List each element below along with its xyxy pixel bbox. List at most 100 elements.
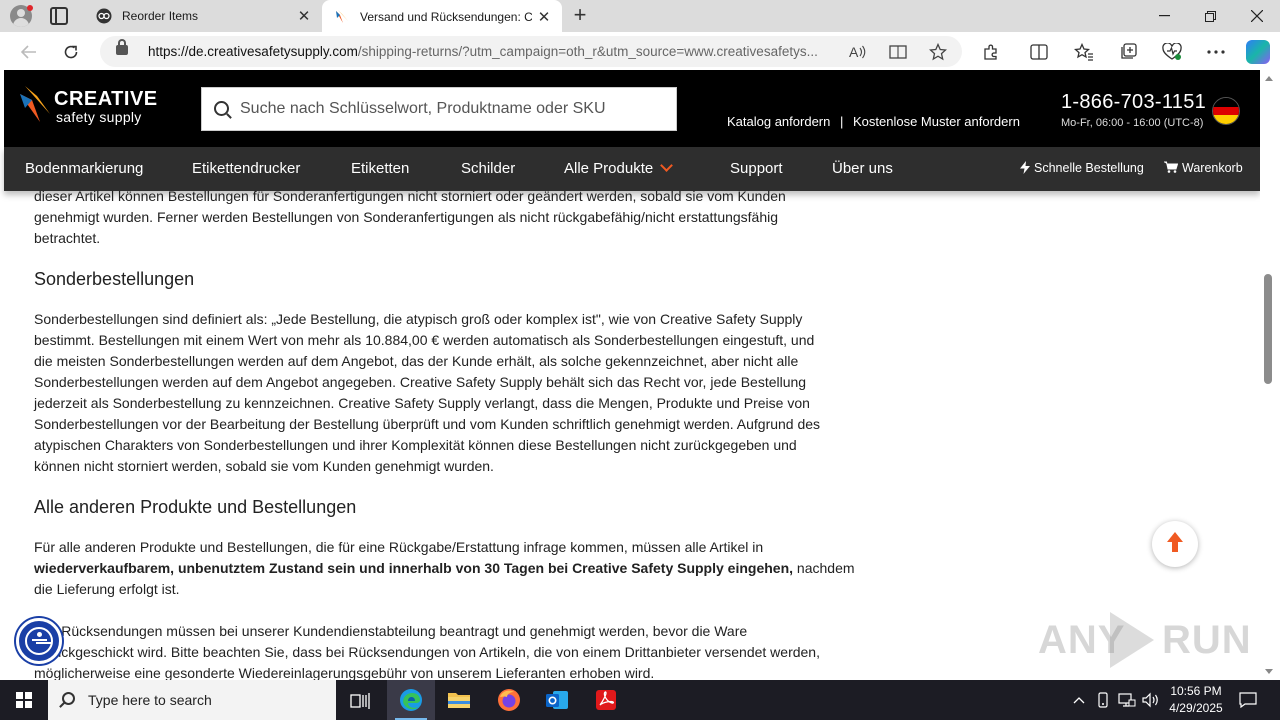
meet-now-tray[interactable] [1092,680,1114,720]
main-nav: Bodenmarkierung Etikettendrucker Etikett… [4,147,1260,191]
tab-close-icon[interactable]: ✕ [532,8,556,26]
favorite-star-icon[interactable] [928,42,948,62]
text-line: die meisten Sonderbestellungen werden au… [34,353,799,369]
collections-icon[interactable] [1116,40,1140,64]
task-view-icon [350,693,370,709]
lock-icon[interactable] [116,39,128,55]
site-header: CREATIVE safety supply Katalog anfordern… [4,70,1260,147]
network-tray[interactable] [1116,680,1138,720]
windows-logo-icon [16,692,32,708]
search-input[interactable] [240,88,670,130]
volume-tray[interactable] [1140,680,1162,720]
scroll-up-arrow-icon[interactable] [1265,76,1273,81]
acrobat-icon [596,690,616,710]
tab-actions-icon[interactable] [50,7,68,25]
close-window-icon[interactable] [1234,0,1280,32]
back-arrow-icon[interactable] [16,39,42,65]
favorites-icon[interactable] [1072,40,1096,64]
address-bar[interactable]: https://de.creativesafetysupply.com/ship… [100,36,962,67]
text-line: genehmigt wurden. Ferner werden Bestellu… [34,209,779,225]
nav-item-signs[interactable]: Schilder [461,160,515,177]
nav-item-label-printers[interactable]: Etikettendrucker [192,160,300,177]
text-line: betrachtet. [34,230,101,246]
creative-safety-supply-logo[interactable]: CREATIVE safety supply [20,84,160,125]
vertical-scrollbar[interactable] [1260,70,1280,680]
back-to-top-button[interactable] [1152,521,1198,567]
address-toolbar: https://de.creativesafetysupply.com/ship… [0,32,1280,70]
quick-order-link[interactable]: Schnelle Bestellung [1020,161,1144,175]
request-catalog-link[interactable]: Katalog anfordern [727,114,830,129]
accessibility-icon [25,627,53,655]
anyrun-watermark: ANY RUN [1038,610,1251,670]
text-line: atypischen Charakters von Sonderbestellu… [34,437,797,453]
taskbar-acrobat[interactable] [582,680,630,720]
text-line: bestimmt. Bestellungen mit einem Wert vo… [34,332,815,348]
taskbar-firefox[interactable] [485,680,533,720]
phone-number[interactable]: 1-866-703-1151 [1061,91,1206,114]
text-line: Sonderbestellungen sind definiert als: „… [34,311,803,327]
reorder-favicon-icon [96,8,112,24]
restore-icon[interactable] [1187,0,1233,32]
text-line: Für alle anderen Produkte und Bestellung… [34,539,764,555]
text-line: die Lieferung erfolgt ist. [34,581,180,597]
business-hours: Mo-Fr, 06:00 - 16:00 (UTC-8) [1061,117,1204,129]
taskbar-file-explorer[interactable] [435,680,483,720]
nav-item-floor-marking[interactable]: Bodenmarkierung [25,160,143,177]
logo-word-safety-supply: safety supply [56,109,142,125]
german-flag-icon[interactable] [1212,97,1240,125]
other-products-paragraph: Für alle anderen Produkte und Bestellung… [34,537,855,600]
profile-notification-dot [27,5,33,11]
taskbar-edge[interactable] [387,680,435,720]
nav-item-about-us[interactable]: Über uns [832,160,893,177]
start-button[interactable] [0,680,48,720]
system-clock[interactable]: 10:56 PM 4/29/2025 [1160,683,1232,717]
new-tab-icon[interactable]: + [568,3,592,27]
task-view-button[interactable] [336,680,384,720]
show-hidden-icons[interactable] [1068,680,1090,720]
text-line: können nicht storniert werden, sobald si… [34,458,494,474]
split-screen-icon[interactable] [1027,40,1051,64]
tab-reorder-items[interactable]: Reorder Items ✕ [84,0,322,32]
copilot-icon[interactable] [1246,40,1270,64]
nav-item-support[interactable]: Support [730,160,783,177]
minimize-icon[interactable] [1141,0,1187,32]
chevron-up-icon [1073,697,1085,704]
refresh-icon[interactable] [58,39,84,65]
taskbar-search[interactable]: Type here to search [48,680,336,720]
more-menu-icon[interactable] [1204,40,1228,64]
read-aloud-icon[interactable]: A [848,42,868,62]
search-icon [214,101,229,116]
returns-paragraph: Alle Rücksendungen müssen bei unserer Ku… [34,621,824,684]
device-icon [1098,692,1108,708]
network-icon [1118,693,1136,707]
bold-condition-text: wiederverkaufbarem, unbenutztem Zustand … [34,560,794,576]
firefox-icon [498,689,520,711]
clock-date: 4/29/2025 [1169,701,1223,715]
taskbar-outlook[interactable] [533,680,581,720]
url-text: https://de.creativesafetysupply.com/ship… [148,44,818,59]
heading-other-products: Alle anderen Produkte und Bestellungen [34,497,357,517]
nav-item-labels[interactable]: Etiketten [351,160,409,177]
tab-shipping-returns[interactable]: Versand und Rücksendungen: Cr ✕ [322,0,562,33]
creative-safety-favicon-icon [336,9,348,23]
scrollbar-thumb[interactable] [1264,274,1272,384]
outlook-icon [546,691,568,709]
tab-title: Versand und Rücksendungen: Cr [360,9,532,24]
text-line: zurückgeschickt wird. Bitte beachten Sie… [34,644,820,660]
logo-mark-icon [20,86,50,122]
edge-icon [400,689,422,711]
site-search[interactable] [201,87,677,131]
free-samples-link[interactable]: Kostenlose Muster anfordern [853,114,1020,129]
extensions-icon[interactable] [979,40,1003,64]
nav-item-label: Alle Produkte [564,160,654,177]
cart-link[interactable]: Warenkorb [1164,161,1243,175]
clock-time: 10:56 PM [1170,684,1222,698]
nav-item-all-products[interactable]: Alle Produkte [564,159,674,177]
header-links-separator: | [839,114,844,129]
immersive-reader-icon[interactable] [888,42,908,62]
scroll-down-arrow-icon[interactable] [1265,669,1273,674]
accessibility-button[interactable] [16,618,62,664]
browser-essentials-icon[interactable] [1160,40,1184,64]
notifications-tray[interactable] [1236,680,1260,720]
tab-close-icon[interactable]: ✕ [292,7,316,25]
